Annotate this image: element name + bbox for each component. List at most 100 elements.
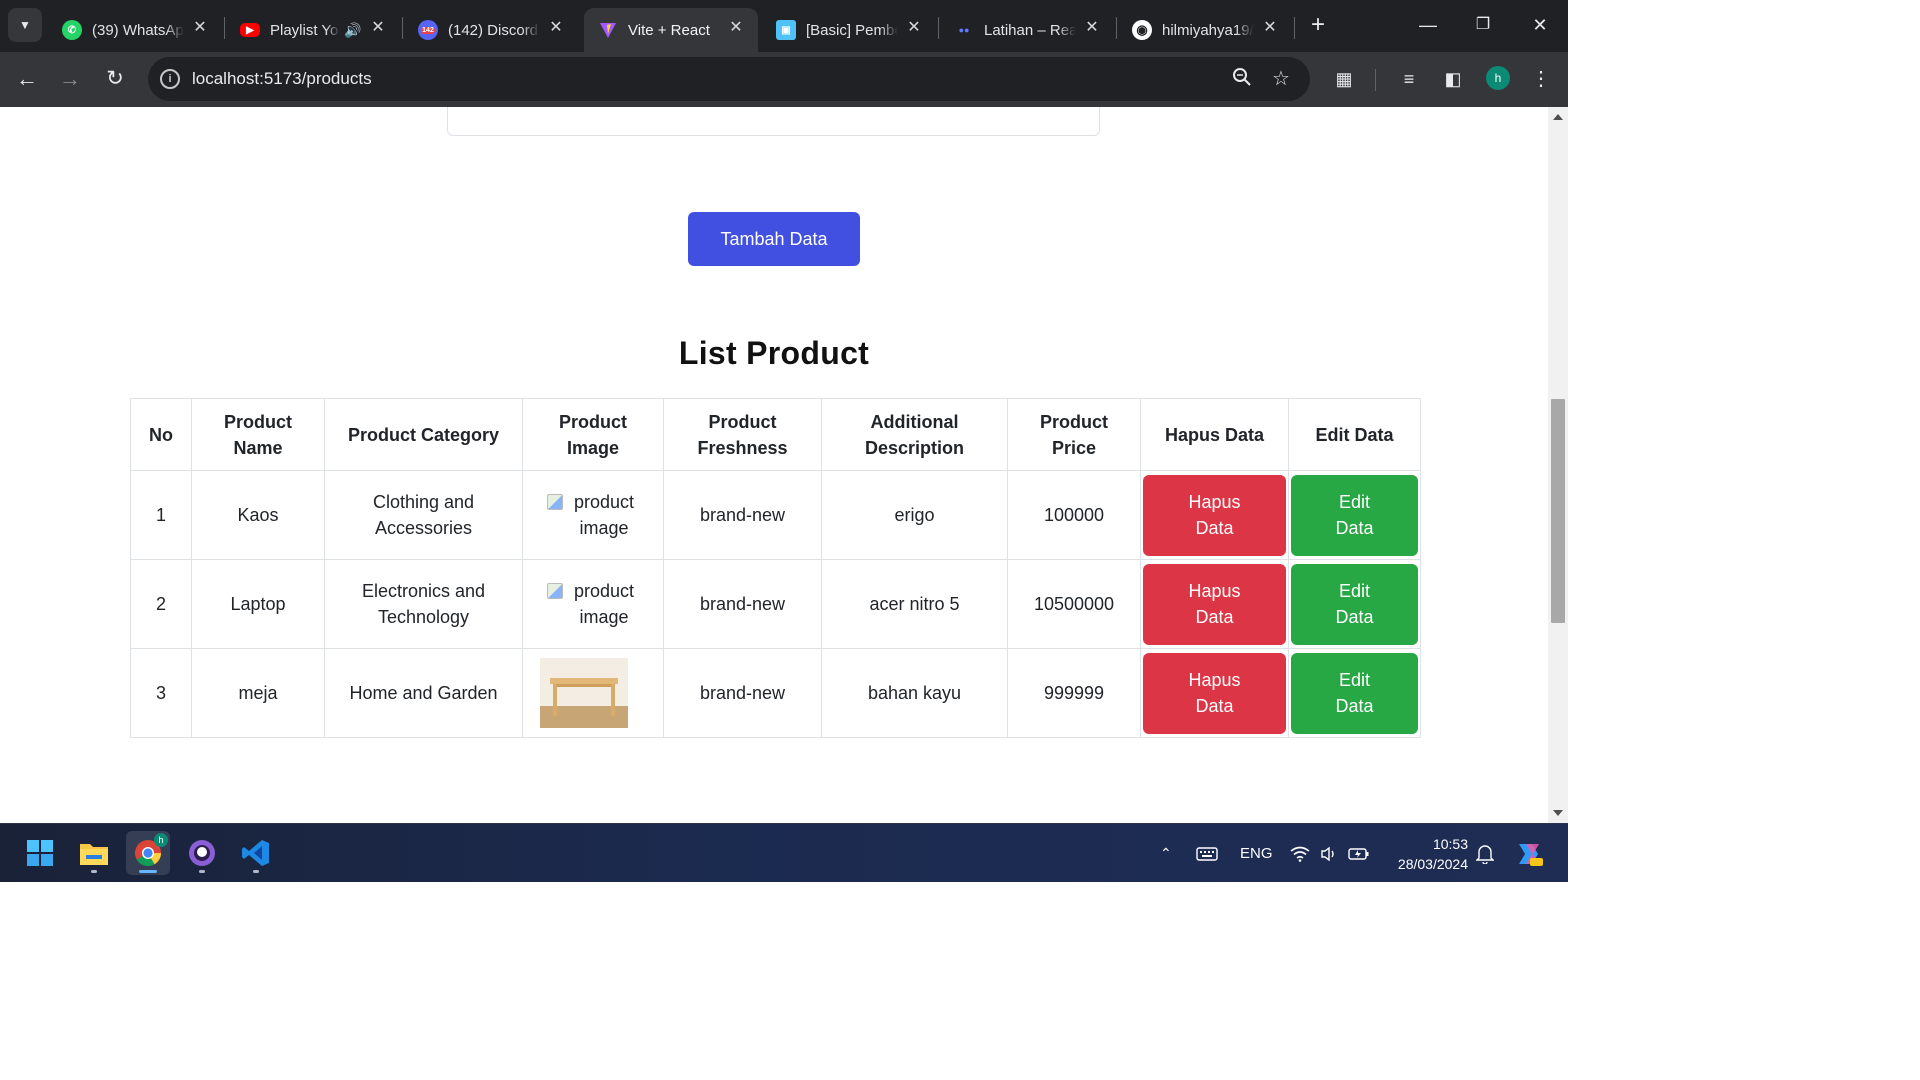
back-icon[interactable]: ←	[12, 64, 42, 94]
url-text[interactable]: localhost:5173/products	[192, 69, 372, 89]
running-indicator	[199, 870, 205, 873]
tab-bar: ▼ ✆ (39) WhatsApp ✕ ▶ Playlist YouTube 🔊…	[0, 0, 1568, 52]
close-tab-icon[interactable]: ✕	[1082, 18, 1102, 38]
product-form-card	[447, 107, 1100, 136]
header-product-image: Product Image	[522, 398, 664, 471]
header-additional-description: Additional Description	[821, 398, 1008, 471]
tab-whatsapp[interactable]: ✆ (39) WhatsApp ✕	[48, 8, 222, 52]
chrome-button[interactable]: h	[126, 831, 170, 875]
vscode-icon	[242, 840, 269, 866]
side-panel-icon[interactable]: ◧	[1438, 64, 1468, 94]
delete-button[interactable]: Hapus Data	[1143, 474, 1286, 556]
media-control-icon[interactable]: ≡	[1394, 64, 1424, 94]
tab-divider	[224, 17, 225, 39]
tab-latihan[interactable]: ●● Latihan – React ✕	[940, 8, 1114, 52]
table-row: 3 meja Home and Garden brand-new bahan k…	[130, 648, 1421, 738]
site-info-icon[interactable]: i	[160, 69, 180, 89]
cell-edit: Edit Data	[1288, 559, 1421, 649]
new-tab-button[interactable]: +	[1304, 12, 1332, 40]
minimize-button[interactable]: —	[1408, 10, 1448, 40]
add-data-button[interactable]: Tambah Data	[688, 212, 860, 266]
cell-additional-description: acer nitro 5	[821, 559, 1008, 649]
file-explorer-button[interactable]	[72, 831, 116, 875]
address-bar[interactable]: i localhost:5173/products ☆	[148, 57, 1310, 101]
header-edit-data: Edit Data	[1288, 398, 1421, 471]
chrome-profile-badge: h	[154, 833, 168, 847]
tab-youtube[interactable]: ▶ Playlist YouTube 🔊 ✕	[226, 8, 400, 52]
github-desktop-button[interactable]	[180, 831, 224, 875]
header-hapus-data: Hapus Data	[1140, 398, 1289, 471]
cell-no: 2	[130, 559, 192, 649]
cell-delete: Hapus Data	[1140, 648, 1289, 738]
vscode-button[interactable]	[234, 831, 278, 875]
header-product-category: Product Category	[324, 398, 523, 471]
tab-title: [Basic] Pembelajaran	[806, 21, 898, 39]
copilot-icon[interactable]	[1514, 824, 1544, 883]
close-tab-icon[interactable]: ✕	[190, 18, 210, 38]
language-indicator[interactable]: ENG	[1240, 824, 1273, 883]
reload-icon[interactable]: ↻	[100, 64, 130, 94]
cell-product-category: Clothing and Accessories	[324, 470, 523, 560]
header-product-name: Product Name	[191, 398, 325, 471]
tab-dicoding[interactable]: ▣ [Basic] Pembelajaran ✕	[762, 8, 936, 52]
profile-avatar[interactable]: h	[1486, 66, 1510, 90]
close-tab-icon[interactable]: ✕	[368, 18, 388, 38]
cell-product-category: Home and Garden	[324, 648, 523, 738]
cell-edit: Edit Data	[1288, 648, 1421, 738]
page-scrollbar[interactable]	[1548, 107, 1568, 823]
table-row: 2 Laptop Electronics and Technology prod…	[130, 559, 1421, 649]
cell-product-price: 999999	[1007, 648, 1141, 738]
cell-no: 1	[130, 470, 192, 560]
github-desktop-icon	[189, 840, 215, 866]
close-tab-icon[interactable]: ✕	[904, 18, 924, 38]
restore-button[interactable]: ❐	[1463, 10, 1503, 40]
close-window-button[interactable]: ✕	[1520, 10, 1560, 40]
delete-button[interactable]: Hapus Data	[1143, 652, 1286, 734]
tab-title: (39) WhatsApp	[92, 21, 184, 39]
zoom-icon[interactable]	[1230, 67, 1254, 91]
audio-playing-icon[interactable]: 🔊	[344, 22, 361, 39]
scrollbar-thumb[interactable]	[1551, 399, 1565, 623]
cell-delete: Hapus Data	[1140, 470, 1289, 560]
cell-additional-description: bahan kayu	[821, 648, 1008, 738]
github-icon: ◉	[1132, 20, 1152, 40]
battery-icon[interactable]	[1348, 824, 1370, 883]
delete-button[interactable]: Hapus Data	[1143, 563, 1286, 645]
tab-discord[interactable]: 142 (142) Discord ✕	[404, 8, 578, 52]
tab-github[interactable]: ◉ hilmiyahya19/ ✕	[1118, 8, 1292, 52]
more-menu-icon[interactable]: ⋮	[1526, 64, 1556, 94]
extensions-icon[interactable]: ▦	[1329, 64, 1359, 94]
tab-vite-react[interactable]: Vite + React ✕	[584, 8, 758, 52]
scroll-down-arrow[interactable]	[1553, 810, 1563, 816]
notification-bell-icon[interactable]	[1476, 824, 1494, 883]
edit-button[interactable]: Edit Data	[1291, 474, 1418, 556]
edit-button[interactable]: Edit Data	[1291, 563, 1418, 645]
cell-product-name: meja	[191, 648, 325, 738]
whatsapp-icon: ✆	[62, 20, 82, 40]
edit-button[interactable]: Edit Data	[1291, 652, 1418, 734]
forward-icon[interactable]: →	[55, 64, 85, 94]
bookmark-star-icon[interactable]: ☆	[1269, 67, 1293, 91]
cell-delete: Hapus Data	[1140, 559, 1289, 649]
show-hidden-icons-button[interactable]: ⌃	[1160, 824, 1172, 883]
table-row: 1 Kaos Clothing and Accessories product …	[130, 470, 1421, 560]
volume-icon[interactable]	[1320, 824, 1338, 883]
clock-date: 28/03/2024	[1397, 856, 1468, 872]
wifi-icon[interactable]	[1290, 824, 1310, 883]
system-clock[interactable]: 10:53 28/03/2024	[1388, 834, 1468, 874]
keyboard-icon[interactable]	[1196, 824, 1218, 883]
cell-edit: Edit Data	[1288, 470, 1421, 560]
table-product-image	[540, 658, 628, 728]
active-indicator	[139, 870, 157, 873]
header-no: No	[130, 398, 192, 471]
cell-product-name: Laptop	[191, 559, 325, 649]
close-tab-icon[interactable]: ✕	[726, 18, 746, 38]
close-tab-icon[interactable]: ✕	[546, 18, 566, 38]
computer-icon: ▣	[776, 20, 796, 40]
scroll-up-arrow[interactable]	[1553, 114, 1563, 120]
start-button[interactable]	[18, 831, 62, 875]
list-product-title: List Product	[678, 335, 870, 371]
clock-time: 10:53	[1432, 836, 1468, 852]
close-tab-icon[interactable]: ✕	[1260, 18, 1280, 38]
tab-search-button[interactable]: ▼	[8, 8, 42, 42]
